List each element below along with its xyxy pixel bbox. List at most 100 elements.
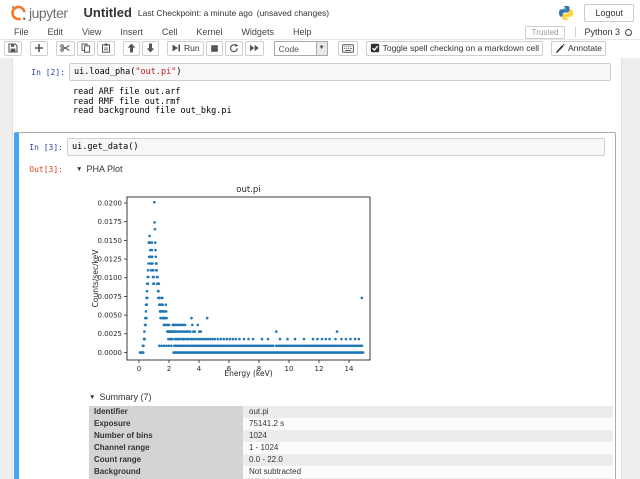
summary-label: Summary (7) — [99, 391, 152, 402]
svg-text:0: 0 — [137, 365, 141, 373]
jupyter-logo[interactable]: jupyter — [10, 4, 68, 21]
run-cell-button[interactable]: Run — [167, 40, 204, 56]
svg-text:12: 12 — [315, 365, 324, 373]
restart-icon — [229, 43, 238, 53]
collapse-triangle-icon: ▼ — [76, 165, 83, 173]
code-input-2[interactable]: ui.get_data() — [67, 137, 605, 156]
restart-run-all-button[interactable] — [244, 40, 264, 56]
pha-plot-toggle[interactable]: ▼ PHA Plot — [67, 164, 615, 174]
svg-text:2: 2 — [167, 365, 171, 373]
move-cell-up-button[interactable] — [123, 40, 140, 56]
move-up-icon — [127, 43, 136, 53]
notebook-container: In [2]: ui.load_pha("out.pi") read ARF f… — [12, 58, 622, 479]
menu-cell[interactable]: Cell — [162, 27, 178, 37]
svg-text:0.0150: 0.0150 — [98, 236, 123, 244]
python-logo-icon — [559, 5, 574, 20]
menu-view[interactable]: View — [82, 27, 101, 37]
svg-text:0.0025: 0.0025 — [98, 330, 123, 338]
svg-text:0.0125: 0.0125 — [98, 255, 123, 263]
table-row: Exposure 75141.2 s — [89, 417, 613, 430]
save-icon — [8, 43, 18, 53]
notebook-page: In [2]: ui.load_pha("out.pi") read ARF f… — [0, 58, 640, 479]
chevron-down-icon: ▼ — [315, 41, 327, 55]
run-button-label: Run — [184, 43, 200, 53]
svg-text:0.0000: 0.0000 — [98, 348, 123, 356]
output-line: read background file out_bkg.pi — [73, 106, 232, 116]
menu-kernel[interactable]: Kernel — [196, 27, 222, 37]
notebook-title[interactable]: Untitled — [84, 5, 132, 20]
cell-2-output: ▼ PHA Plot 0 2 4 6 8 10 12 14 0.0000 0.0025 0.0050 0… — [67, 164, 615, 479]
menubar: File Edit View Insert Cell Kernel Widget… — [0, 25, 640, 40]
table-row: Count range 0.0 - 22.0 — [89, 453, 613, 466]
spellcheck-button-label: Toggle spell checking on a markdown cell — [382, 43, 539, 53]
annotate-button-label: Annotate — [568, 43, 603, 53]
stop-icon — [210, 44, 218, 52]
table-row: Background Not subtracted — [89, 465, 613, 478]
table-row: Identifier out.pi — [89, 405, 613, 418]
trusted-badge[interactable]: Trusted — [524, 25, 566, 39]
menu-help[interactable]: Help — [293, 27, 312, 37]
jupyter-logo-text: jupyter — [29, 5, 68, 21]
paste-cell-button[interactable] — [97, 40, 115, 56]
annotate-pencil-icon — [556, 43, 565, 53]
menu-insert[interactable]: Insert — [120, 27, 143, 37]
pha-figure: 0 2 4 6 8 10 12 14 0.0000 0.0025 0.0050 0.0075 0.010… — [91, 183, 615, 380]
annotate-button[interactable]: Annotate — [551, 40, 607, 56]
save-button[interactable] — [4, 40, 22, 56]
code-cell-1: In [2]: ui.load_pha("out.pi") read ARF f… — [13, 61, 621, 126]
cell-type-value: Code — [278, 43, 299, 54]
cell-type-select[interactable]: Code ▼ — [273, 40, 328, 56]
svg-text:0.0100: 0.0100 — [98, 274, 123, 282]
summary-table: Identifier out.pi Exposure 75141.2 s Numbe… — [89, 405, 613, 479]
svg-text:out.pi: out.pi — [236, 185, 260, 195]
paste-icon — [102, 43, 110, 53]
table-row: Channel range 1 - 1024 — [89, 441, 613, 454]
summary-toggle[interactable]: ▼ Summary (7) — [89, 392, 615, 402]
input-prompt: In [2]: — [31, 68, 65, 77]
svg-text:0.0200: 0.0200 — [98, 199, 123, 207]
pha-plot-label: PHA Plot — [86, 163, 123, 174]
svg-text:0.0175: 0.0175 — [98, 218, 123, 226]
kernel-name: Python 3 — [584, 27, 620, 37]
spellcheck-toggle-button[interactable]: Toggle spell checking on a markdown cell — [365, 40, 543, 56]
jupyter-logo-icon — [11, 5, 26, 21]
code-input-1[interactable]: ui.load_pha("out.pi") — [69, 63, 611, 81]
copy-cell-button[interactable] — [77, 40, 95, 56]
svg-text:Energy (keV): Energy (keV) — [224, 369, 272, 378]
menu-edit[interactable]: Edit — [48, 27, 64, 37]
output-prompt: Out[3]: — [29, 164, 63, 174]
pha-scatter-plot: 0 2 4 6 8 10 12 140.00000.00250.00500.00750.010… — [91, 183, 375, 378]
move-down-icon — [146, 43, 155, 53]
kernel-indicator: Python 3 — [575, 27, 632, 37]
logout-button[interactable]: Logout — [584, 3, 634, 22]
svg-text:0.0050: 0.0050 — [98, 311, 123, 319]
svg-text:0.0075: 0.0075 — [98, 292, 123, 300]
toolbar: Run Code ▼ Toggle spell checking on a ma… — [0, 40, 640, 58]
svg-text:4: 4 — [197, 365, 202, 373]
command-palette-button[interactable] — [337, 40, 358, 56]
input-prompt: In [3]: — [29, 142, 63, 152]
cut-cell-button[interactable] — [56, 40, 75, 56]
keyboard-icon — [341, 43, 354, 53]
menu-widgets[interactable]: Widgets — [241, 27, 274, 37]
svg-text:Counts/sec/keV: Counts/sec/keV — [91, 248, 100, 307]
move-cell-down-button[interactable] — [142, 40, 159, 56]
cell-1-output: read ARF file out.arf read RMF file out.… — [13, 81, 621, 126]
run-icon — [172, 44, 180, 52]
code-cell-2-selected[interactable]: In [3]: ui.get_data() Out[3]: ▼ PHA Plot … — [14, 131, 616, 479]
restart-run-all-icon — [249, 44, 259, 52]
menu-file[interactable]: File — [14, 27, 29, 37]
table-row: Number of bins 1024 — [89, 429, 613, 442]
interrupt-kernel-button[interactable] — [205, 40, 223, 56]
checkpoint-status: Last Checkpoint: a minute ago — [137, 7, 253, 18]
add-cell-icon — [35, 44, 43, 52]
cut-icon — [60, 44, 70, 52]
unsaved-changes-status: (unsaved changes) — [256, 7, 330, 18]
add-cell-button[interactable] — [30, 40, 48, 56]
copy-icon — [81, 43, 91, 53]
spellcheck-icon — [370, 43, 379, 53]
restart-kernel-button[interactable] — [224, 40, 243, 56]
collapse-triangle-icon: ▼ — [89, 393, 96, 401]
kernel-idle-icon — [625, 28, 632, 36]
svg-text:10: 10 — [285, 365, 294, 373]
